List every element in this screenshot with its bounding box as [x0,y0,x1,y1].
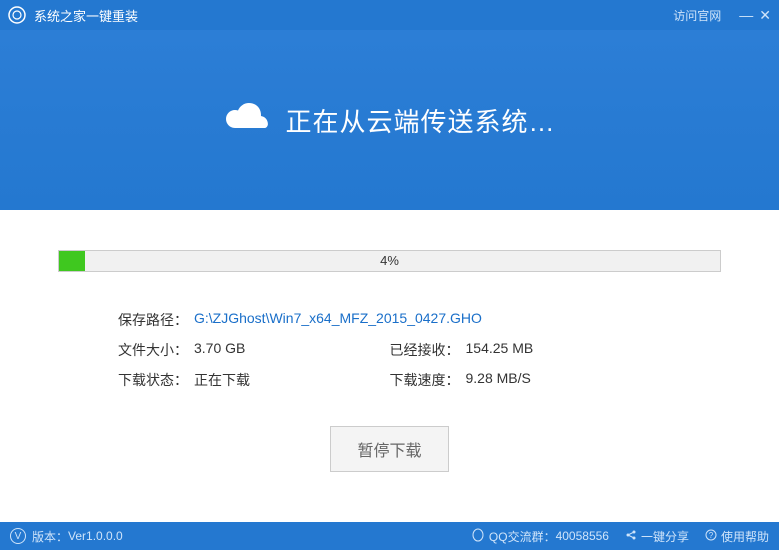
help-label: 使用帮助 [721,528,769,545]
help-icon: ? [705,529,717,544]
status-value: 正在下载 [194,370,250,390]
progress-bar: 4% [58,250,721,272]
minimize-button[interactable]: — [739,8,753,22]
speed-label: 下载速度： [390,370,460,390]
footer-bar: V 版本： Ver1.0.0.0 QQ交流群： 40058556 一键分享 ? … [0,522,779,550]
speed-value: 9.28 MB/S [466,370,531,390]
version-label: 版本： [32,528,68,545]
progress-percent-label: 4% [59,251,720,271]
app-logo-icon [8,6,26,24]
version-badge-icon: V [10,528,26,544]
svg-text:?: ? [709,531,714,540]
share-label: 一键分享 [641,528,689,545]
version-value: Ver1.0.0.0 [68,529,123,543]
app-title: 系统之家一键重装 [34,6,138,25]
titlebar: 系统之家一键重装 访问官网 — ✕ [0,0,779,30]
hero-banner: 正在从云端传送系统… [0,30,779,210]
qq-group-value: 40058556 [556,529,609,543]
qq-group-link[interactable]: QQ交流群： 40058556 [471,528,609,545]
download-info: 保存路径： G:\ZJGhost\Win7_x64_MFZ_2015_0427.… [58,310,721,390]
help-link[interactable]: ? 使用帮助 [705,528,769,545]
official-site-link[interactable]: 访问官网 [673,7,721,24]
qq-icon [471,528,485,545]
received-value: 154.25 MB [466,340,534,360]
hero-headline: 正在从云端传送系统… [285,102,555,139]
share-link[interactable]: 一键分享 [625,528,689,545]
save-path-value[interactable]: G:\ZJGhost\Win7_x64_MFZ_2015_0427.GHO [194,310,482,330]
status-label: 下载状态： [118,370,188,390]
received-label: 已经接收： [390,340,460,360]
content-area: 4% 保存路径： G:\ZJGhost\Win7_x64_MFZ_2015_04… [0,210,779,472]
pause-download-button[interactable]: 暂停下载 [330,426,448,472]
file-size-value: 3.70 GB [194,340,245,360]
save-path-label: 保存路径： [118,310,188,330]
file-size-label: 文件大小： [118,340,188,360]
share-icon [625,529,637,544]
qq-group-label: QQ交流群： [489,528,556,545]
cloud-icon [223,102,271,139]
close-button[interactable]: ✕ [759,8,771,22]
